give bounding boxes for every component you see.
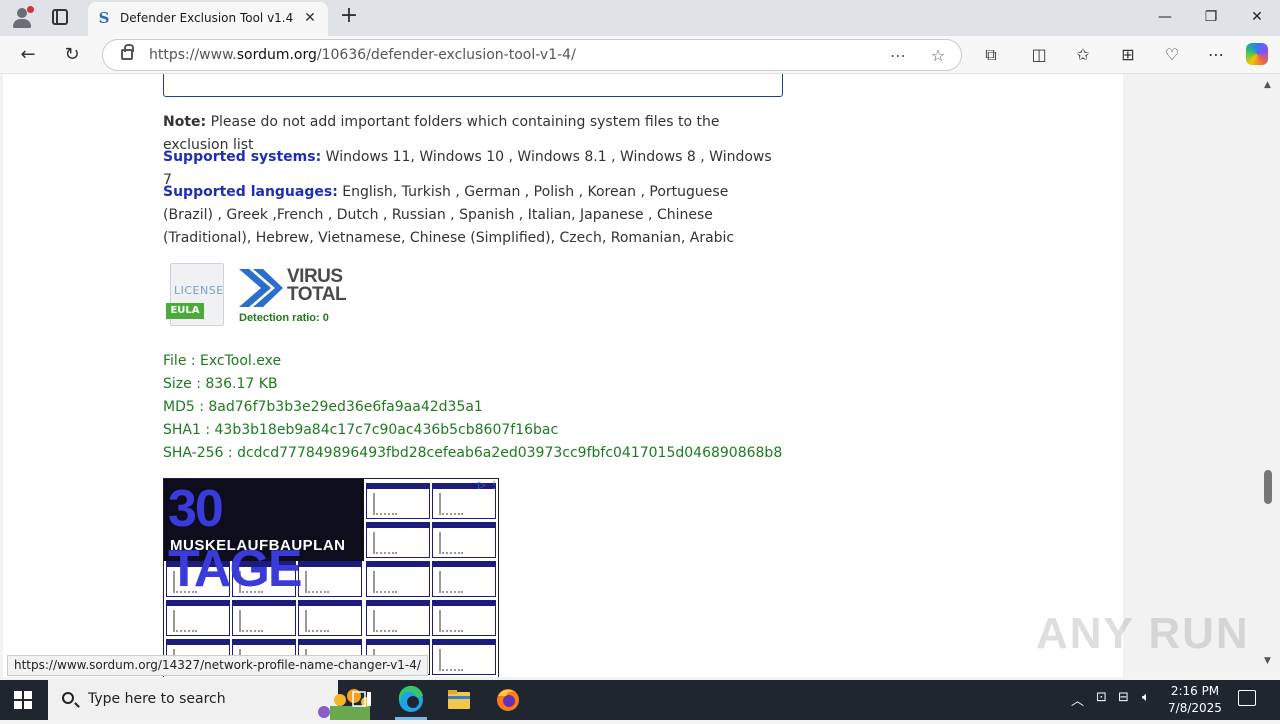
favorites-icon[interactable]: ✩: [1071, 43, 1095, 67]
file-name: File : ExcTool.exe: [163, 353, 282, 369]
anyrun-watermark: ANY RUN: [1036, 609, 1250, 658]
volume-icon[interactable]: 🔈︎: [1142, 690, 1150, 705]
show-hidden-icons-icon[interactable]: ︿: [1071, 690, 1084, 709]
firefox-icon[interactable]: [484, 680, 532, 720]
scrollbar-thumb[interactable]: [1264, 470, 1272, 504]
file-sha1: SHA1 : 43b3b18eb9a84c17c7c90ac436b5cb860…: [163, 422, 559, 438]
ad-banner: 30 TAGE MUSKELAUFBAUPLAN: [164, 479, 364, 598]
windows-start-icon[interactable]: [14, 691, 32, 709]
eula-license-label: LICENSE: [174, 284, 224, 297]
edge-taskbar-icon[interactable]: [387, 680, 435, 720]
code-box: [163, 74, 783, 97]
minimize-button[interactable]: —: [1142, 0, 1188, 34]
file-explorer-icon[interactable]: [435, 680, 483, 720]
search-icon: [62, 692, 74, 704]
virustotal-wordmark: VIRUS TOTAL: [287, 266, 347, 305]
tab-close-icon[interactable]: ✕: [302, 10, 318, 26]
address-bar[interactable]: https://www.sordum.org/10636/defender-ex…: [102, 39, 962, 71]
tab-actions-icon[interactable]: [52, 9, 68, 25]
reader-options-icon[interactable]: ⋯: [887, 45, 909, 67]
url-text[interactable]: https://www.sordum.org/10636/defender-ex…: [149, 47, 576, 63]
favorite-star-icon[interactable]: ☆: [927, 45, 949, 67]
navigation-bar: ← ↻ https://www.sordum.org/10636/defende…: [0, 36, 1280, 74]
note-label: Note:: [163, 114, 207, 130]
adchoices-icon[interactable]: ▷ ⋮: [469, 480, 498, 492]
new-tab-button[interactable]: +: [338, 5, 360, 28]
copilot-icon[interactable]: [1246, 43, 1268, 65]
split-screen-icon[interactable]: ◫: [1027, 43, 1051, 67]
eula-tag: EULA: [166, 303, 204, 319]
clock-date: 7/8/2025: [1168, 701, 1222, 715]
settings-more-icon[interactable]: ⋯: [1204, 43, 1228, 67]
eula-license-icon[interactable]: LICENSE EULA: [164, 263, 228, 327]
status-bar-url: https://www.sordum.org/14327/network-pro…: [7, 655, 428, 676]
tab-title: Defender Exclusion Tool v1.4: [120, 11, 294, 25]
browser-essentials-icon[interactable]: ♡: [1160, 43, 1184, 67]
refresh-button[interactable]: ↻: [60, 43, 84, 67]
lock-icon[interactable]: [121, 44, 134, 60]
supported-languages: Supported languages: English, Turkish , …: [163, 181, 778, 250]
systems-label: Supported systems:: [163, 149, 322, 165]
file-info: File : ExcTool.exe Size : 836.17 KB MD5 …: [163, 350, 782, 465]
vertical-scrollbar[interactable]: ▲ ▼: [1259, 74, 1280, 677]
file-md5: MD5 : 8ad76f7b3b3e29ed36e6fa9aa42d35a1: [163, 399, 483, 415]
collections-icon[interactable]: ⊞: [1116, 43, 1140, 67]
profile-avatar-icon[interactable]: [10, 6, 34, 30]
scroll-down-icon[interactable]: ▼: [1264, 656, 1271, 666]
search-placeholder: Type here to search: [88, 691, 226, 707]
scroll-up-icon[interactable]: ▲: [1264, 80, 1271, 90]
task-view-icon[interactable]: [338, 680, 386, 720]
device-icon[interactable]: ⊡: [1096, 690, 1107, 705]
file-size: Size : 836.17 KB: [163, 376, 278, 392]
extensions-icon[interactable]: ⧉: [979, 43, 1003, 67]
system-clock[interactable]: 2:16 PM 7/8/2025: [1160, 683, 1230, 717]
tab-active[interactable]: S Defender Exclusion Tool v1.4 ✕: [88, 2, 328, 36]
network-icon[interactable]: ⊟: [1118, 690, 1129, 705]
back-button[interactable]: ←: [16, 43, 40, 67]
close-window-button[interactable]: ✕: [1234, 0, 1280, 34]
taskbar-search-box[interactable]: Type here to search: [48, 680, 371, 720]
page-viewport: Note: Please do not add important folder…: [0, 74, 1280, 677]
sordum-favicon-icon: S: [98, 9, 110, 27]
virustotal-logo-icon: [239, 269, 283, 307]
notification-center-icon[interactable]: [1238, 690, 1256, 706]
virustotal-link[interactable]: VIRUS TOTAL Detection ratio: 0: [237, 267, 349, 327]
taskbar: Type here to search ︿ ⊡ ⊟ 🔈︎ 2:16 PM 7/8…: [0, 680, 1280, 720]
file-sha256: SHA-256 : dcdcd777849896493fbd28cefeab6a…: [163, 445, 783, 461]
clock-time: 2:16 PM: [1170, 684, 1220, 698]
tab-strip: S Defender Exclusion Tool v1.4 ✕ + — ❐ ✕: [0, 0, 1280, 36]
ad-subline: MUSKELAUFBAUPLAN: [170, 537, 346, 554]
restore-button[interactable]: ❐: [1188, 0, 1234, 34]
detection-ratio: Detection ratio: 0: [239, 312, 329, 324]
page-body: Note: Please do not add important folder…: [3, 74, 1123, 677]
languages-label: Supported languages:: [163, 184, 338, 200]
advertisement[interactable]: 30 TAGE MUSKELAUFBAUPLAN ▷ ⋮: [163, 478, 499, 677]
